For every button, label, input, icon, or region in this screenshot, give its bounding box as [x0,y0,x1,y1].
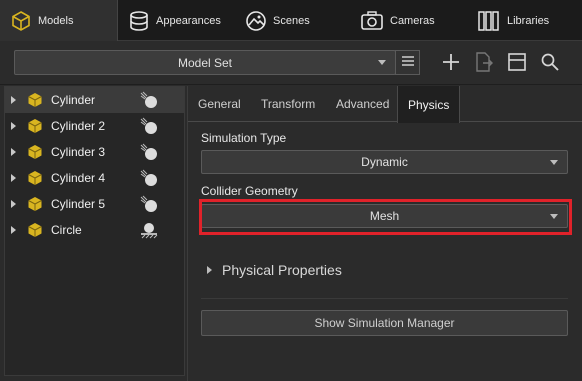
cube-icon [27,196,43,215]
tab-models-label: Models [38,14,74,27]
search-button[interactable] [539,52,561,74]
dynamic-sim-icon[interactable] [139,142,159,165]
expand-arrow-icon[interactable] [11,96,16,104]
tab-general[interactable]: General [188,86,251,122]
tab-libraries[interactable]: Libraries [477,0,549,41]
tab-scenes[interactable]: Scenes [245,0,310,41]
model-set-dropdown[interactable]: Model Set [14,50,396,75]
tree-item-cylinder-3[interactable]: Cylinder 3 [5,139,184,165]
cube-icon [10,10,32,32]
tab-appearances-label: Appearances [156,14,221,27]
tree-item-cylinder-2[interactable]: Cylinder 2 [5,113,184,139]
appearances-icon [128,10,150,32]
tree-item-cylinder[interactable]: Cylinder [5,87,184,113]
show-simulation-manager-button[interactable]: Show Simulation Manager [201,310,568,336]
model-set-label: Model Set [177,55,233,70]
cube-icon [27,144,43,163]
collider-geometry-label: Collider Geometry [201,184,298,198]
tree-item-cylinder-5[interactable]: Cylinder 5 [5,191,184,217]
highlight-box [199,199,572,235]
import-icon [475,51,493,75]
libraries-icon [477,10,501,32]
tree-item-label: Cylinder [51,93,96,107]
model-tree: Cylinder Cylinder 2 Cylinder 3 Cylinder … [4,86,185,376]
divider [201,298,568,299]
properties-panel: General Transform Advanced Physics Simul… [187,86,582,381]
expand-arrow-icon[interactable] [11,200,16,208]
cube-icon [27,118,43,137]
expand-arrow-icon[interactable] [11,226,16,234]
tab-transform-label: Transform [261,97,316,111]
dynamic-sim-icon[interactable] [139,168,159,191]
tree-item-cylinder-4[interactable]: Cylinder 4 [5,165,184,191]
properties-tabs: General Transform Advanced Physics [188,86,582,123]
tab-advanced-label: Advanced [336,97,390,111]
add-button[interactable] [440,52,462,74]
layout-button[interactable] [506,52,528,74]
add-icon [442,53,460,74]
tab-cameras[interactable]: Cameras [360,0,435,41]
expand-arrow-icon [207,266,212,274]
simulation-type-dropdown[interactable]: Dynamic [201,150,568,174]
tab-general-label: General [198,97,241,111]
static-sim-icon[interactable] [139,220,159,243]
chevron-down-icon [550,160,558,165]
tab-libraries-label: Libraries [507,14,550,27]
simulation-type-label: Simulation Type [201,131,287,145]
top-tab-bar: Models Appearances Scenes Cameras Librar… [0,0,582,41]
layout-icon [508,52,526,74]
tab-advanced[interactable]: Advanced [326,86,399,122]
expand-arrow-icon[interactable] [11,148,16,156]
tree-item-label: Cylinder 2 [51,119,106,133]
simulation-type-value: Dynamic [361,155,408,169]
expand-arrow-icon[interactable] [11,122,16,130]
tree-item-label: Cylinder 4 [51,171,106,185]
tab-cameras-label: Cameras [390,14,435,27]
expand-arrow-icon[interactable] [11,174,16,182]
physical-properties-label: Physical Properties [222,262,342,278]
tree-item-label: Circle [51,223,82,237]
chevron-down-icon [378,60,386,65]
list-icon [401,55,415,70]
camera-icon [360,10,384,32]
tab-physics[interactable]: Physics [397,86,461,123]
search-icon [541,53,559,74]
tab-appearances[interactable]: Appearances [128,0,221,41]
dynamic-sim-icon[interactable] [139,194,159,217]
list-button[interactable] [395,50,420,75]
tree-item-label: Cylinder 3 [51,145,106,159]
cube-icon [27,92,43,111]
tree-item-circle[interactable]: Circle [5,217,184,243]
import-button[interactable] [473,51,495,75]
dynamic-sim-icon[interactable] [139,116,159,139]
cube-icon [27,170,43,189]
tab-models[interactable]: Models [0,0,118,41]
tab-transform[interactable]: Transform [251,86,325,122]
tab-physics-label: Physics [408,97,450,112]
tab-scenes-label: Scenes [273,14,310,27]
dynamic-sim-icon[interactable] [139,90,159,113]
show-simulation-manager-label: Show Simulation Manager [314,316,455,330]
tree-item-label: Cylinder 5 [51,197,106,211]
toolbar: Model Set [0,41,582,85]
scenes-icon [245,10,267,32]
cube-icon [27,222,43,241]
physical-properties-section[interactable]: Physical Properties [207,262,342,278]
